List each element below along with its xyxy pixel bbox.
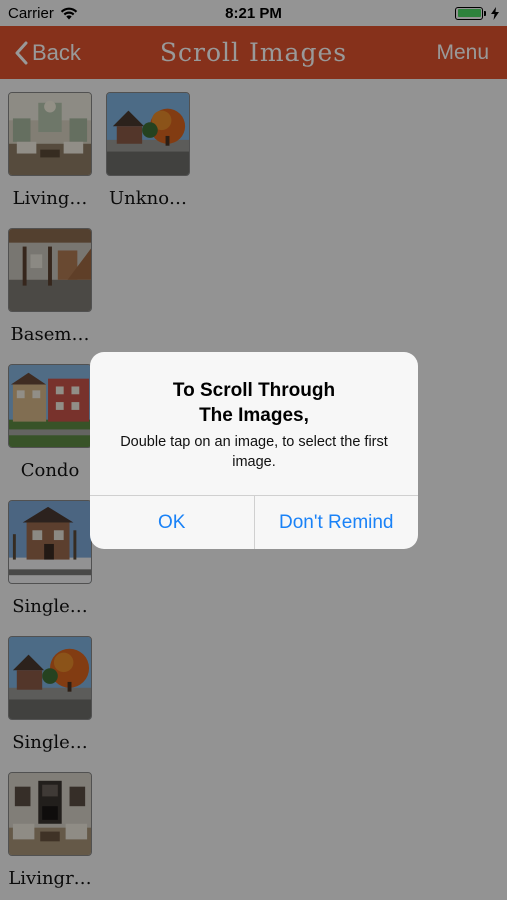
alert-title: To Scroll Through The Images, <box>90 378 418 428</box>
alert-title-line2: The Images, <box>199 405 309 426</box>
alert-dialog: To Scroll Through The Images, Double tap… <box>90 352 418 549</box>
app-screen: Carrier 8:21 PM Back Scroll Images Menu <box>0 0 507 900</box>
alert-message: Double tap on an image, to select the fi… <box>120 434 388 470</box>
alert-title-line1: To Scroll Through <box>172 380 336 401</box>
ok-button[interactable]: OK <box>90 496 254 549</box>
dont-remind-button[interactable]: Don't Remind <box>253 496 419 549</box>
alert-actions: OK Don't Remind <box>90 495 418 549</box>
